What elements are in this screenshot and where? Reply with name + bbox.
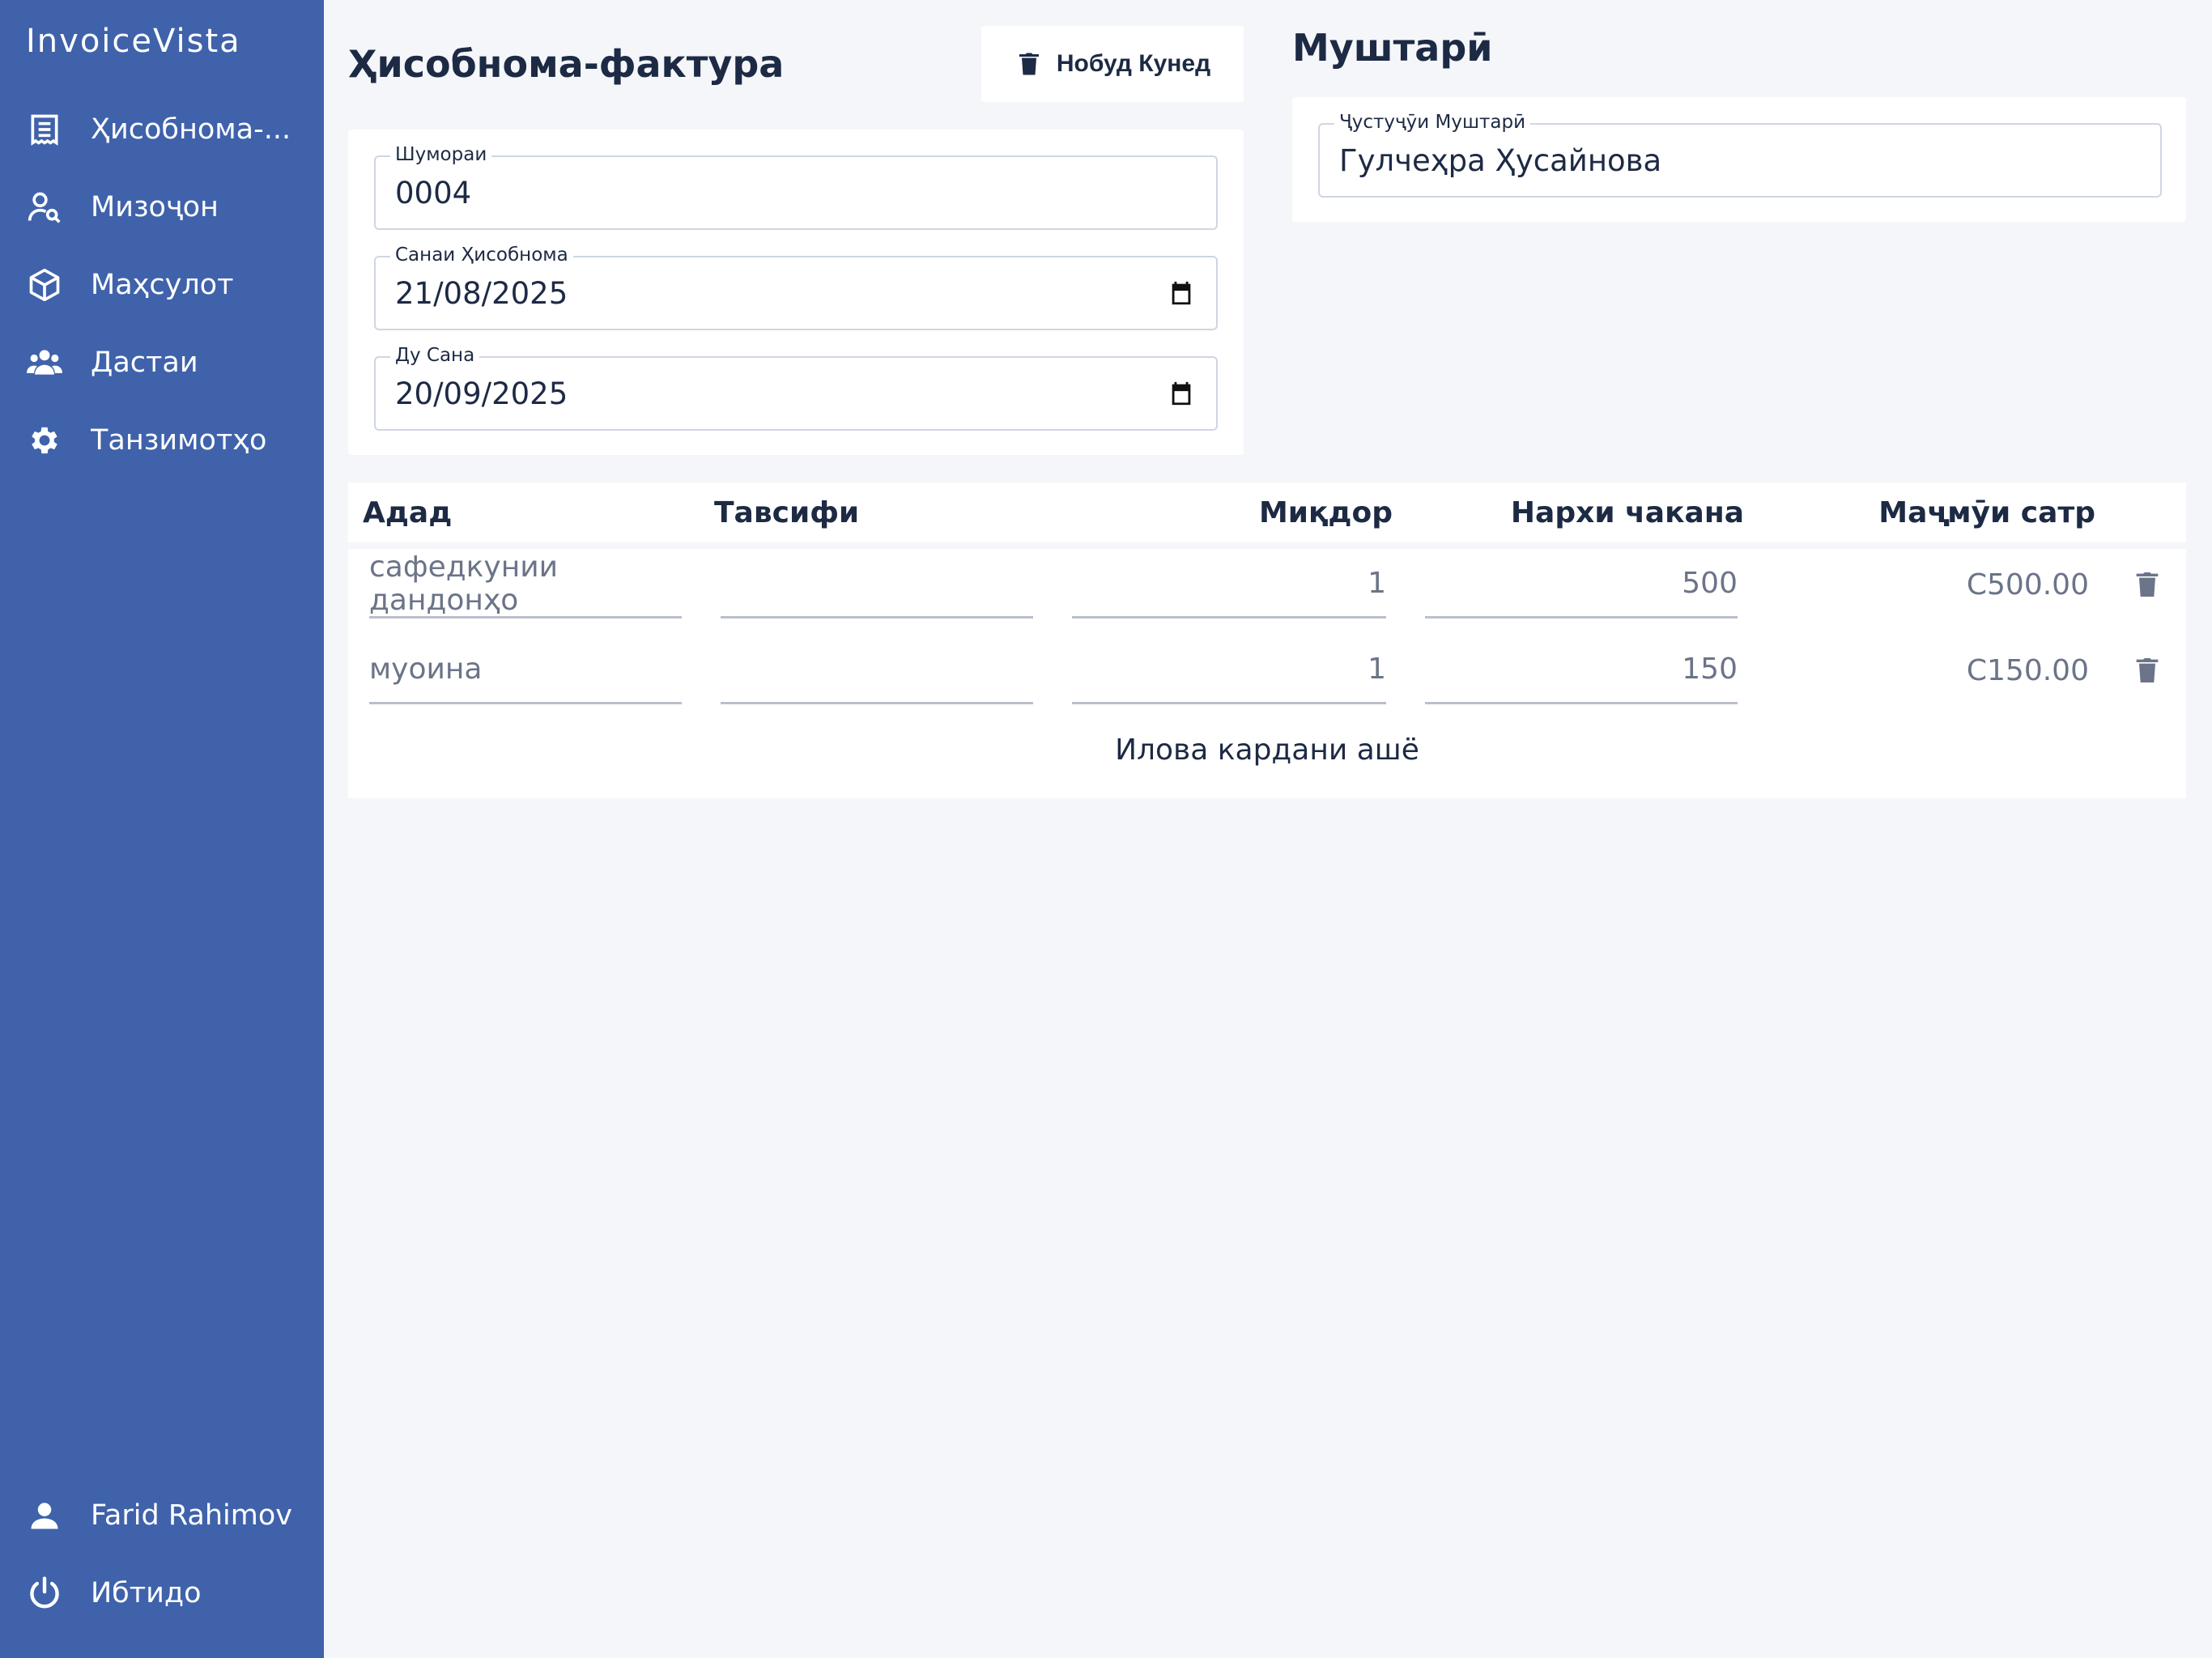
add-item-button[interactable]: Илова кардани ашё bbox=[348, 733, 2186, 767]
user-name: Farid Rahimov bbox=[91, 1499, 292, 1532]
sidebar-item-label: Маҳсулот bbox=[91, 269, 234, 301]
column-header-item: Адад bbox=[363, 495, 453, 529]
delete-invoice-button[interactable]: Нобуд Кунед bbox=[981, 26, 1244, 102]
line-items-table: сафедкунии дандонҳо 1 500 C500.00 муоина… bbox=[348, 549, 2186, 798]
column-header-line-total: Маҷмӯи сатр bbox=[1878, 495, 2095, 529]
sidebar-logout[interactable]: Ибтидо bbox=[0, 1554, 324, 1632]
user-search-icon bbox=[26, 189, 63, 226]
invoice-date-field[interactable]: Санаи Ҳисобнома 21/08/2025 bbox=[374, 244, 1218, 330]
sidebar-item-invoices[interactable]: Ҳисобнома-... bbox=[0, 91, 324, 168]
person-icon bbox=[26, 1497, 63, 1534]
quantity-input[interactable]: 1 bbox=[1072, 551, 1386, 619]
due-date-field[interactable]: Ду Сана 20/09/2025 bbox=[374, 345, 1218, 431]
invoice-date-value: 21/08/2025 bbox=[395, 275, 568, 311]
calendar-icon[interactable] bbox=[1168, 279, 1195, 307]
invoice-details-card: Шумораи 0004 Санаи Ҳисобнома 21/08/2025 … bbox=[348, 130, 1244, 455]
sidebar-item-label: Танзимотҳо bbox=[91, 424, 267, 457]
sidebar-item-clients[interactable]: Мизоҷон bbox=[0, 168, 324, 246]
item-input[interactable]: муоина bbox=[369, 636, 682, 704]
line-items-header: Адад Тавсифи Миқдор Нархи чакана Маҷмӯи … bbox=[348, 483, 2186, 542]
trash-icon[interactable] bbox=[2131, 567, 2163, 602]
power-icon bbox=[26, 1575, 63, 1612]
customer-search-field[interactable]: Ҷустуҷӯи Муштарӣ Гулчеҳра Ҳусайнова bbox=[1318, 112, 2162, 198]
price-input[interactable]: 150 bbox=[1425, 636, 1738, 704]
customer-search-value: Гулчеҳра Ҳусайнова bbox=[1339, 142, 1662, 178]
column-header-quantity: Миқдор bbox=[1258, 495, 1393, 529]
customer-section-title: Муштарӣ bbox=[1292, 26, 1493, 70]
invoice-number-value: 0004 bbox=[395, 175, 472, 210]
item-input[interactable]: сафедкунии дандонҳо bbox=[369, 551, 682, 619]
trash-icon[interactable] bbox=[2131, 653, 2163, 688]
column-header-price: Нархи чакана bbox=[1510, 495, 1744, 529]
page-title: Ҳисобнома-фактура bbox=[348, 42, 785, 86]
invoice-number-field[interactable]: Шумораи 0004 bbox=[374, 144, 1218, 230]
app-brand: InvoiceVista bbox=[26, 23, 241, 60]
description-input[interactable] bbox=[721, 636, 1033, 704]
trash-icon bbox=[1019, 53, 1039, 75]
calendar-icon[interactable] bbox=[1168, 380, 1195, 407]
sidebar: InvoiceVista Ҳисобнома-... Мизоҷон Маҳсу… bbox=[0, 0, 324, 1658]
line-total: C150.00 bbox=[1966, 653, 2089, 687]
line-total: C500.00 bbox=[1966, 568, 2089, 602]
logout-label: Ибтидо bbox=[91, 1577, 202, 1609]
description-input[interactable] bbox=[721, 551, 1033, 619]
price-input[interactable]: 500 bbox=[1425, 551, 1738, 619]
receipt-icon bbox=[26, 111, 63, 148]
gear-icon bbox=[26, 422, 63, 459]
quantity-input[interactable]: 1 bbox=[1072, 636, 1386, 704]
delete-invoice-label: Нобуд Кунед bbox=[1056, 50, 1211, 77]
team-icon bbox=[26, 344, 63, 381]
customer-card: Ҷустуҷӯи Муштарӣ Гулчеҳра Ҳусайнова bbox=[1292, 97, 2186, 222]
sidebar-item-label: Ҳисобнома-... bbox=[91, 113, 291, 146]
cube-icon bbox=[26, 266, 63, 304]
due-date-value: 20/09/2025 bbox=[395, 376, 568, 411]
column-header-description: Тавсифи bbox=[714, 495, 860, 529]
sidebar-item-products[interactable]: Маҳсулот bbox=[0, 246, 324, 324]
sidebar-item-team[interactable]: Дастаи bbox=[0, 324, 324, 402]
sidebar-item-settings[interactable]: Танзимотҳо bbox=[0, 402, 324, 479]
sidebar-item-label: Мизоҷон bbox=[91, 191, 219, 223]
sidebar-user[interactable]: Farid Rahimov bbox=[0, 1477, 324, 1554]
sidebar-item-label: Дастаи bbox=[91, 346, 198, 379]
